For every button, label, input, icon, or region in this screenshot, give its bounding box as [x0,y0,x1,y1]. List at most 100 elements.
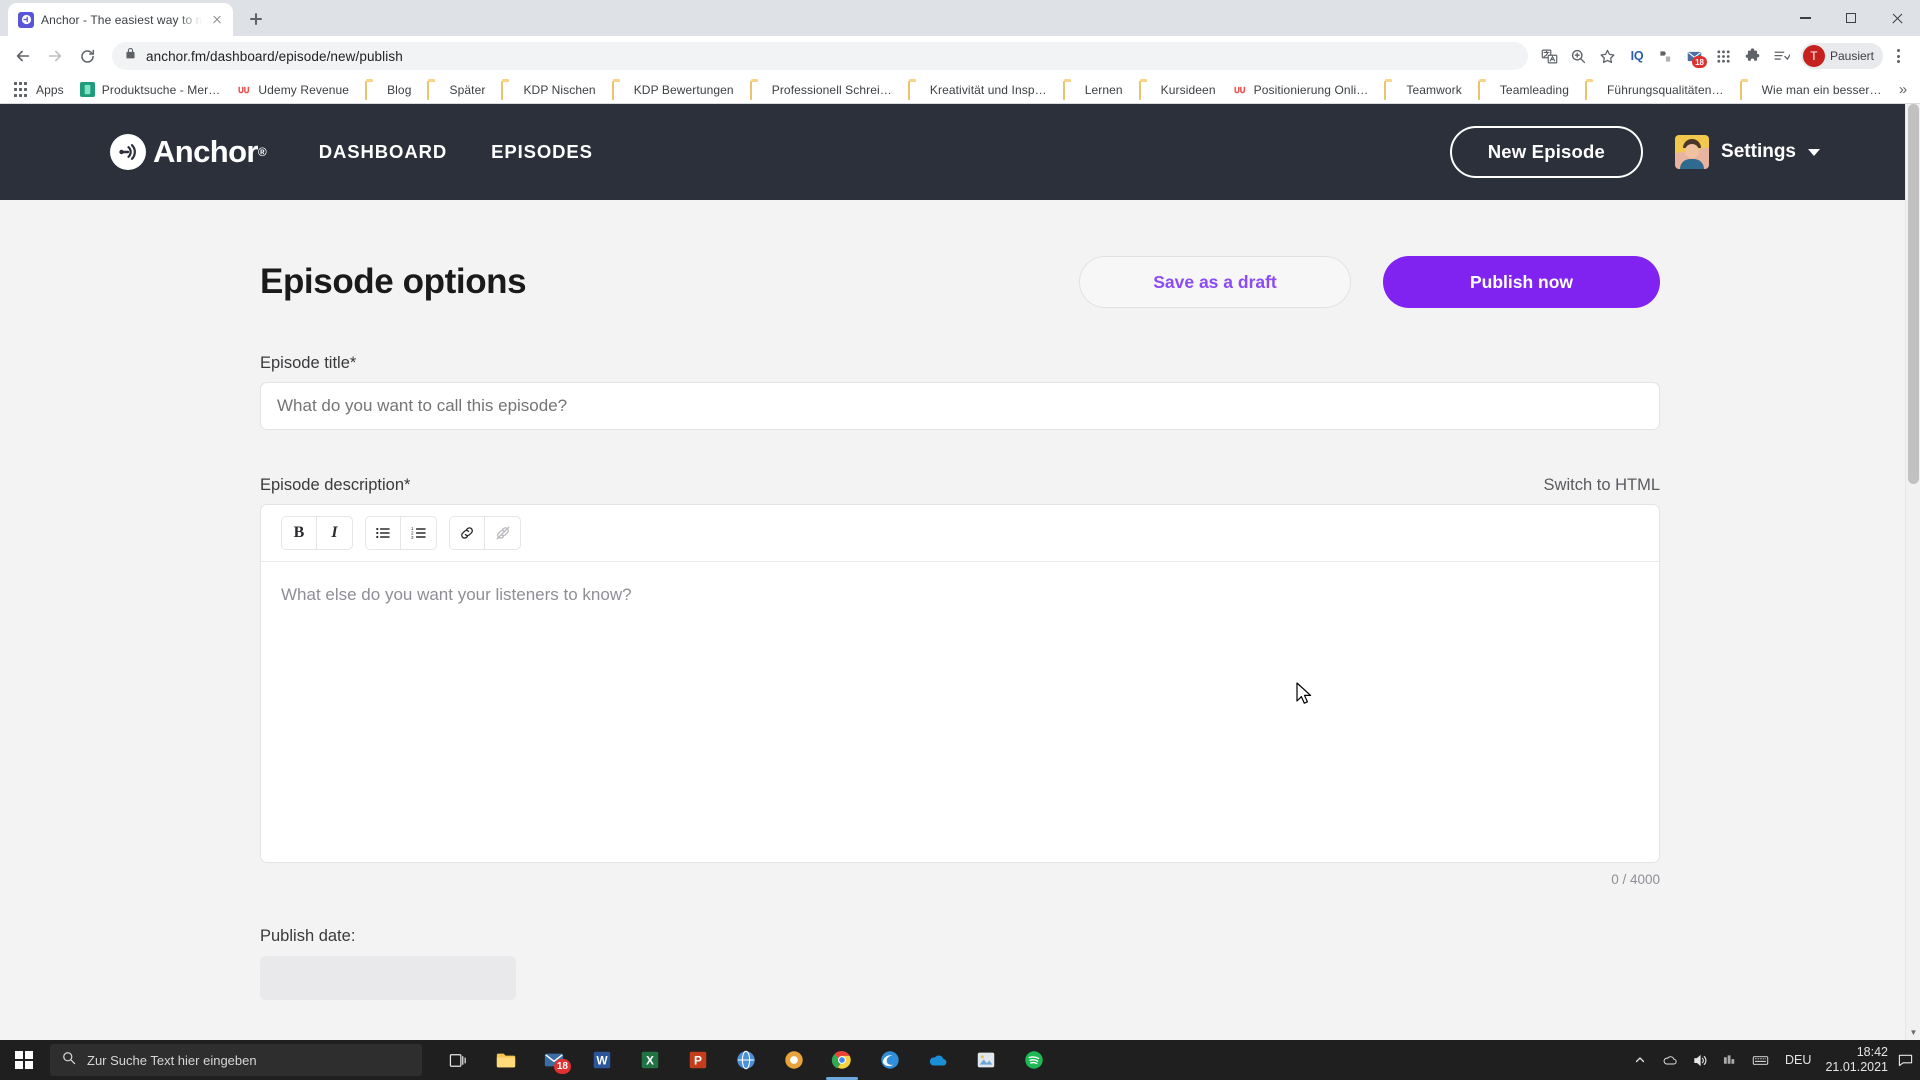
episode-title-input[interactable] [260,382,1660,430]
minimize-button[interactable] [1782,0,1828,36]
three-dot-menu-icon[interactable] [1884,42,1912,70]
taskbar-search-input[interactable]: Zur Suche Text hier eingeben [50,1044,422,1076]
bookmarks-overflow-button[interactable]: » [1892,79,1914,101]
keyboard-icon[interactable] [1745,1040,1775,1080]
bookmark-item[interactable]: Positionierung Onli… [1224,79,1377,101]
brand-logo[interactable]: Anchor ® [110,134,267,170]
numbered-list-button[interactable]: 123 [401,516,437,550]
network-icon[interactable] [1715,1040,1745,1080]
translate-icon[interactable] [1536,42,1564,70]
windows-start-icon[interactable] [0,1040,48,1080]
volume-icon[interactable] [1685,1040,1715,1080]
bookmark-item[interactable]: Professionell Schrei… [742,79,900,101]
taskbar-app-word[interactable]: W [578,1040,626,1080]
folder-icon [1384,80,1387,100]
new-episode-button[interactable]: New Episode [1449,126,1644,178]
taskbar-app-photos[interactable] [962,1040,1010,1080]
settings-menu[interactable]: Settings [1675,135,1820,169]
unlink-button[interactable] [485,516,521,550]
bookmark-item[interactable]: Lernen [1055,79,1131,101]
bookmark-item[interactable]: Kursideen [1131,79,1224,101]
svg-text:W: W [596,1054,608,1068]
taskbar-app-media[interactable] [770,1040,818,1080]
bookmark-label: Udemy Revenue [258,82,350,97]
bookmark-item[interactable]: Kreativität und Insp… [900,79,1055,101]
scrollbar-thumb[interactable] [1908,104,1919,484]
taskbar-app-chrome[interactable] [818,1040,866,1080]
clock[interactable]: 18:42 21.01.2021 [1821,1045,1898,1075]
episode-description-label-row: Episode description* Switch to HTML [260,476,1660,495]
mail-extension-icon[interactable]: 18 [1681,42,1709,70]
bookmark-item[interactable]: Führungsqualitäten… [1577,79,1732,101]
iq-extension-icon[interactable]: IQ [1623,42,1651,70]
bookmark-item[interactable]: Später [419,79,493,101]
nav-item-dashboard[interactable]: DASHBOARD [319,141,447,163]
taskbar-app-spotify[interactable] [1010,1040,1058,1080]
back-arrow-icon[interactable] [8,41,38,71]
taskbar-app-browser[interactable] [722,1040,770,1080]
reading-list-icon[interactable] [1768,42,1796,70]
nav-item-episodes[interactable]: EPISODES [491,141,593,163]
numbered-list-icon: 123 [411,526,426,540]
taskbar-app-excel[interactable]: X [626,1040,674,1080]
maximize-button[interactable] [1828,0,1874,36]
taskbar-app-mail[interactable]: 18 [530,1040,578,1080]
save-as-draft-button[interactable]: Save as a draft [1079,256,1351,308]
svg-text:3: 3 [411,535,414,540]
description-textarea[interactable]: What else do you want your listeners to … [261,562,1659,862]
page-scrollbar[interactable]: ▲ ▼ [1905,104,1920,1040]
tab-strip: Anchor - The easiest way to mak [0,0,1920,36]
publish-date-input[interactable] [260,956,516,1000]
link-button[interactable] [449,516,485,550]
language-indicator[interactable]: DEU [1775,1053,1821,1067]
zoom-icon[interactable] [1565,42,1593,70]
taskbar-app-onedrive[interactable] [914,1040,962,1080]
bullet-list-button[interactable] [365,516,401,550]
bookmark-item[interactable]: Teamleading [1470,79,1577,101]
reload-icon[interactable] [72,41,102,71]
folder-icon [1739,80,1742,100]
bookmark-item[interactable]: KDP Bewertungen [604,79,742,101]
bookmark-apps[interactable]: Apps [6,79,72,101]
page-actions: Save as a draft Publish now [1079,256,1660,308]
switch-to-html-link[interactable]: Switch to HTML [1544,476,1660,495]
notification-icon[interactable] [1898,1040,1916,1080]
close-icon[interactable] [209,12,225,28]
character-counter: 0 / 4000 [1611,872,1660,887]
toolbar-icons: IQ 18 T Pausiert [1536,42,1912,70]
taskbar-app-file-explorer[interactable] [482,1040,530,1080]
bookmark-item[interactable]: Teamwork [1376,79,1469,101]
site-icon [79,81,96,98]
taskbar-app-edge[interactable] [866,1040,914,1080]
folder-icon [1584,80,1587,100]
address-bar[interactable]: anchor.fm/dashboard/episode/new/publish [112,42,1528,70]
taskbar-apps: 18 W X P [434,1040,1058,1080]
new-tab-button[interactable] [242,5,270,33]
bookmark-label: Apps [36,82,64,97]
browser-tab[interactable]: Anchor - The easiest way to mak [8,3,233,36]
show-hidden-icons[interactable] [1625,1040,1655,1080]
bookmark-item[interactable]: Produktsuche - Mer… [72,79,229,101]
publish-now-button[interactable]: Publish now [1383,256,1660,308]
onedrive-tray-icon[interactable] [1655,1040,1685,1080]
bookmark-label: Blog [387,82,412,97]
bold-button[interactable]: B [281,516,317,550]
bookmark-item[interactable]: KDP Nischen [493,79,603,101]
system-tray: DEU 18:42 21.01.2021 [1625,1040,1920,1080]
profile-button[interactable]: T Pausiert [1800,43,1883,69]
scroll-down-arrow-icon[interactable]: ▼ [1906,1025,1920,1040]
bookmark-item[interactable]: Blog [357,79,419,101]
window-close-button[interactable] [1874,0,1920,36]
windows-taskbar: Zur Suche Text hier eingeben 18 W X P DE… [0,1040,1920,1080]
grid-extension-icon[interactable] [1710,42,1738,70]
taskbar-search-placeholder: Zur Suche Text hier eingeben [87,1052,257,1068]
bookmark-star-icon[interactable] [1594,42,1622,70]
puzzle-extension-icon[interactable] [1739,42,1767,70]
bookmark-label: Führungsqualitäten… [1606,82,1724,97]
task-view-icon[interactable] [434,1040,482,1080]
taskbar-app-powerpoint[interactable]: P [674,1040,722,1080]
bookmark-item[interactable]: Wie man ein besser… [1732,79,1890,101]
italic-button[interactable]: I [317,516,353,550]
bookmark-item[interactable]: Udemy Revenue [228,79,357,101]
extension-icon[interactable] [1652,42,1680,70]
